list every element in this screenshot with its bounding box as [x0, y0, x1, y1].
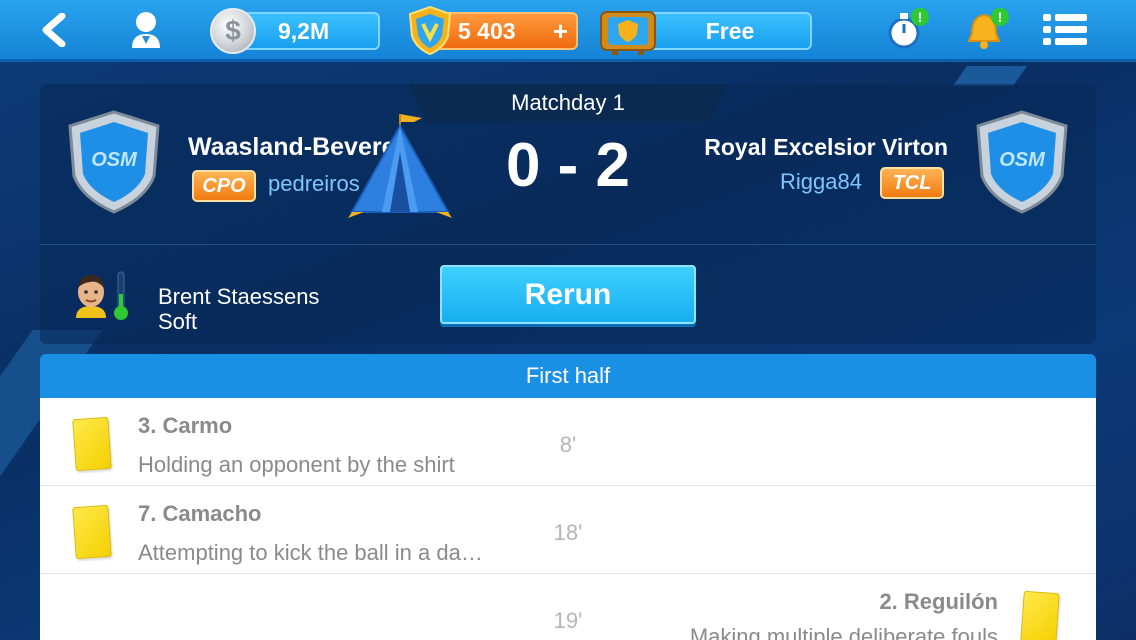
- home-league-badge: CPO: [192, 170, 256, 202]
- decor-light-streak: [952, 66, 1028, 86]
- match-events-list: 3. Carmo Holding an opponent by the shir…: [40, 398, 1096, 640]
- event-description: Making multiple deliberate fouls: [689, 624, 998, 640]
- top-bar: 9,2M $ 5 403 + Free ! !: [0, 0, 1136, 62]
- header-divider: [40, 244, 1096, 245]
- match-score: 0 - 2: [505, 131, 631, 200]
- tv-offer-label: Free: [705, 17, 755, 44]
- event-row[interactable]: 7. Camacho Attempting to kick the ball i…: [40, 486, 1096, 574]
- stopwatch-icon[interactable]: !: [882, 0, 932, 60]
- tent-icon: [348, 114, 452, 218]
- home-crest-text: OSM: [91, 149, 138, 171]
- event-minute: 8': [559, 432, 577, 457]
- away-crest-text: OSM: [999, 149, 1046, 171]
- tv-icon: [600, 11, 656, 55]
- away-club-crest[interactable]: OSM: [972, 110, 1072, 214]
- back-arrow-icon[interactable]: [34, 0, 74, 60]
- yellow-card-icon: [1020, 590, 1060, 640]
- add-tokens-button[interactable]: +: [553, 16, 568, 47]
- event-row[interactable]: 3. Carmo Holding an opponent by the shir…: [40, 398, 1096, 486]
- event-minute: 18': [553, 520, 583, 545]
- home-club-crest[interactable]: OSM: [64, 110, 164, 214]
- money-balance[interactable]: 9,2M: [236, 12, 380, 50]
- profile-icon[interactable]: [124, 0, 168, 60]
- home-manager-name[interactable]: pedreiros: [268, 171, 360, 197]
- event-description: Holding an opponent by the shirt: [138, 452, 455, 477]
- free-tv-offer[interactable]: Free: [640, 12, 812, 50]
- menu-list-icon[interactable]: [1038, 0, 1092, 60]
- matchday-label: Matchday 1: [410, 84, 726, 122]
- coin-symbol: $: [225, 15, 241, 46]
- token-shield-icon: [408, 5, 452, 56]
- first-half-header: First half: [40, 354, 1096, 398]
- player-name: Brent Staessens: [158, 284, 320, 309]
- event-player: 7. Camacho: [138, 501, 262, 526]
- player-avatar[interactable]: [70, 270, 112, 320]
- svg-text:!: !: [998, 9, 1003, 25]
- yellow-card-icon: [72, 504, 112, 560]
- event-player: 3. Carmo: [138, 413, 233, 438]
- away-team-name[interactable]: Royal Excelsior Virton: [704, 134, 948, 161]
- money-value: 9,2M: [278, 17, 330, 44]
- player-tactic-style: Soft: [158, 309, 198, 334]
- coin-icon: $: [210, 8, 256, 54]
- svg-text:!: !: [918, 9, 923, 25]
- away-league-badge: TCL: [880, 167, 944, 199]
- notifications-bell-icon[interactable]: !: [962, 0, 1012, 60]
- yellow-card-icon: [72, 416, 112, 472]
- token-value: 5 403: [458, 17, 516, 44]
- away-manager-name[interactable]: Rigga84: [780, 169, 862, 195]
- event-description: Attempting to kick the ball in a da…: [138, 540, 483, 565]
- tactic-thermometer-icon: [114, 271, 128, 320]
- event-player: 2. Reguilón: [879, 589, 998, 614]
- rerun-button[interactable]: Rerun: [440, 265, 696, 324]
- event-minute: 19': [553, 608, 583, 633]
- event-row[interactable]: 19' 2. Reguilón Making multiple delibera…: [40, 574, 1096, 640]
